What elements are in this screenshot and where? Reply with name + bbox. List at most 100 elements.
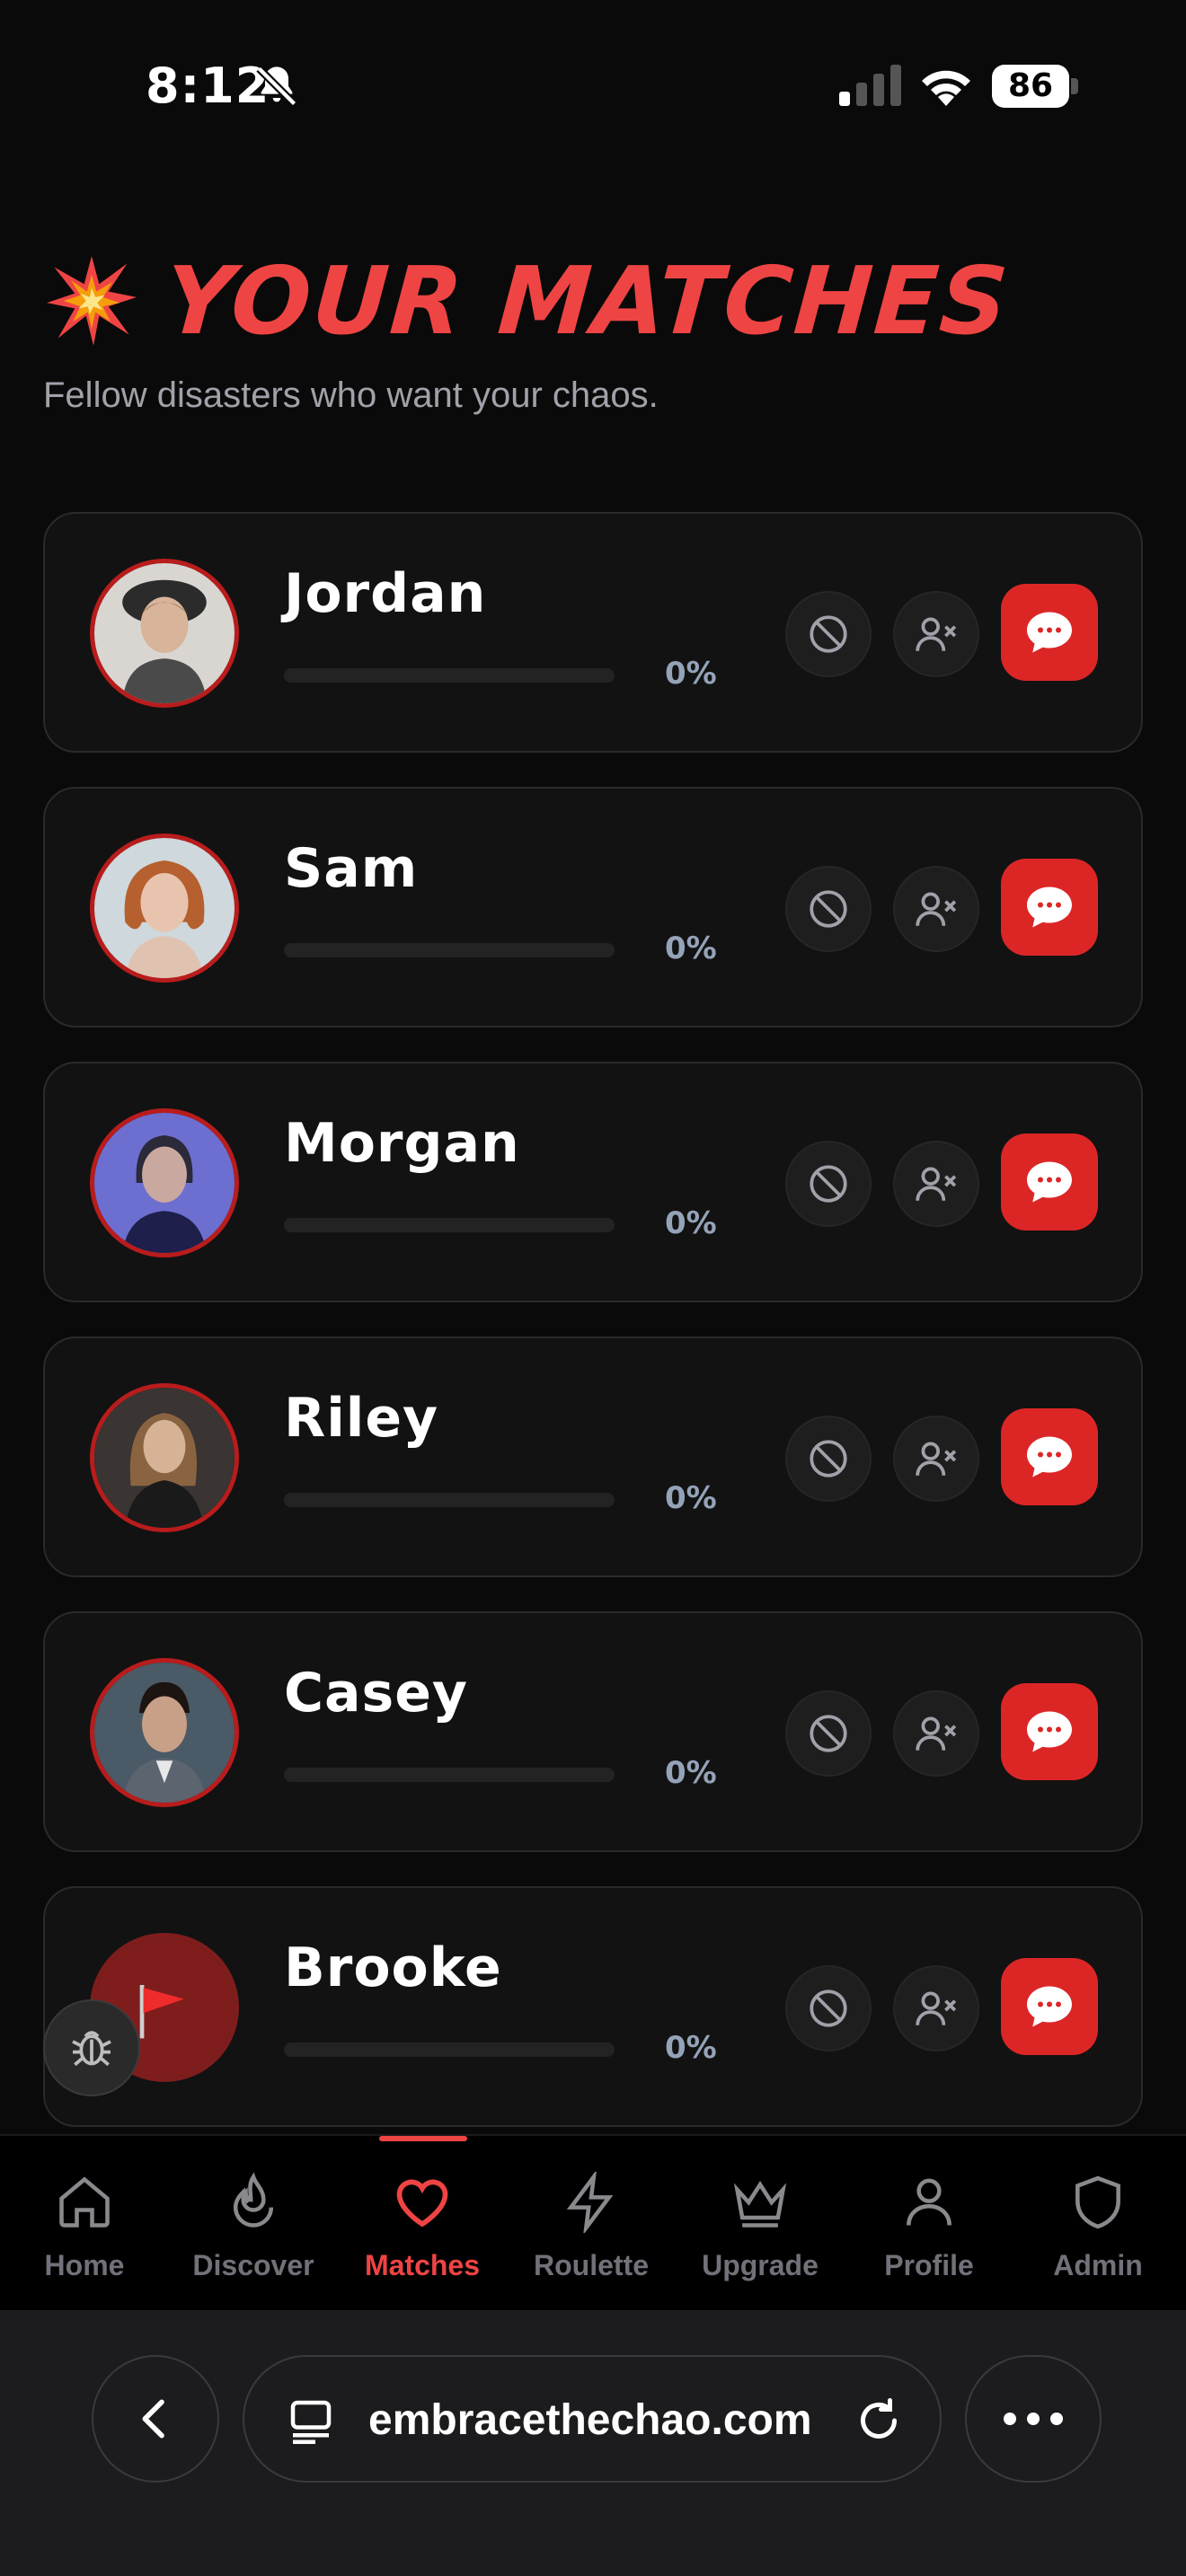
avatar[interactable] — [90, 1383, 239, 1532]
block-icon — [810, 1165, 847, 1203]
message-icon — [1027, 887, 1072, 928]
battery-level: 86 — [1007, 67, 1054, 104]
compatibility-percent: 0% — [665, 656, 717, 692]
avatar-photo — [94, 838, 235, 978]
nav-label: Roulette — [534, 2249, 649, 2281]
avatar-photo — [94, 1113, 235, 1253]
compatibility-bar — [284, 1218, 615, 1232]
bug-icon — [72, 2031, 111, 2067]
message-button[interactable] — [1001, 1683, 1098, 1780]
unmatch-button[interactable] — [893, 1965, 979, 2051]
shield-icon — [1075, 2175, 1120, 2229]
avatar[interactable] — [90, 559, 239, 708]
compatibility-bar — [284, 1768, 615, 1782]
compatibility-percent: 0% — [665, 2030, 717, 2066]
unmatch-user-icon — [916, 1716, 957, 1751]
match-name: Riley — [284, 1387, 439, 1450]
address-bar[interactable]: embracethechao.com — [243, 2355, 942, 2483]
page-header: YOUR MATCHES — [45, 246, 1013, 356]
more-options-button[interactable] — [965, 2355, 1102, 2483]
unmatch-user-icon — [916, 1991, 957, 2025]
block-button[interactable] — [785, 1141, 872, 1227]
status-bar: 8:12 86 — [0, 0, 1186, 171]
match-name: Casey — [284, 1662, 469, 1725]
block-icon — [810, 615, 847, 653]
avatar[interactable] — [90, 1658, 239, 1807]
message-button[interactable] — [1001, 584, 1098, 681]
message-icon — [1027, 1161, 1072, 1203]
page-subtitle: Fellow disasters who want your chaos. — [43, 375, 659, 415]
nav-upgrade[interactable]: Upgrade — [676, 2172, 845, 2298]
compatibility-percent: 0% — [665, 1205, 717, 1241]
flame-icon — [233, 2172, 274, 2228]
match-name: Morgan — [284, 1112, 520, 1175]
message-icon — [1027, 612, 1072, 653]
match-name: Sam — [284, 837, 419, 900]
url-text: embracethechao.com — [368, 2396, 812, 2444]
avatar-photo — [94, 1388, 235, 1528]
avatar-photo — [94, 563, 235, 703]
match-card[interactable]: Riley 0% — [43, 1337, 1143, 1577]
heart-icon — [396, 2179, 448, 2228]
block-button[interactable] — [785, 1965, 872, 2051]
block-icon — [810, 1989, 847, 2027]
nav-label: Home — [44, 2249, 125, 2281]
nav-label: Admin — [1053, 2249, 1143, 2281]
nav-label: Discover — [192, 2249, 314, 2281]
avatar[interactable] — [90, 834, 239, 983]
match-card[interactable]: Brooke 0% — [43, 1886, 1143, 2127]
unmatch-button[interactable] — [893, 866, 979, 952]
unmatch-button[interactable] — [893, 591, 979, 677]
compatibility-percent: 0% — [665, 1480, 717, 1516]
avatar-photo — [94, 1663, 235, 1803]
bug-report-button[interactable] — [43, 1999, 140, 2096]
nav-admin[interactable]: Admin — [1013, 2172, 1182, 2298]
message-button[interactable] — [1001, 1134, 1098, 1231]
cellular-signal-icon — [839, 65, 901, 106]
message-icon — [1027, 1436, 1072, 1478]
compatibility-bar — [284, 943, 615, 957]
page-title: YOUR MATCHES — [161, 246, 1013, 356]
match-name: Brooke — [284, 1936, 502, 1999]
nav-roulette[interactable]: Roulette — [507, 2172, 676, 2298]
unmatch-user-icon — [916, 1442, 957, 1476]
block-button[interactable] — [785, 591, 872, 677]
message-icon — [1027, 1711, 1072, 1752]
unmatch-button[interactable] — [893, 1141, 979, 1227]
crown-icon — [733, 2180, 787, 2228]
unmatch-button[interactable] — [893, 1416, 979, 1502]
unmatch-button[interactable] — [893, 1690, 979, 1777]
block-button[interactable] — [785, 1690, 872, 1777]
browser-toolbar: embracethechao.com — [0, 2310, 1186, 2576]
nav-discover[interactable]: Discover — [169, 2172, 338, 2298]
compatibility-percent: 0% — [665, 1755, 717, 1791]
nav-home[interactable]: Home — [0, 2172, 169, 2298]
unmatch-user-icon — [916, 1167, 957, 1201]
bottom-nav: Home Discover Matches Roulette Upgrade P… — [0, 2134, 1186, 2310]
nav-matches[interactable]: Matches — [338, 2172, 507, 2298]
match-card[interactable]: Sam 0% — [43, 787, 1143, 1028]
nav-label: Upgrade — [702, 2249, 819, 2281]
match-card[interactable]: Jordan 0% — [43, 512, 1143, 753]
browser-back-button[interactable] — [92, 2355, 219, 2483]
chevron-left-icon — [142, 2399, 164, 2439]
match-card[interactable]: Casey 0% — [43, 1611, 1143, 1852]
message-button[interactable] — [1001, 1408, 1098, 1505]
user-icon — [907, 2178, 951, 2226]
block-button[interactable] — [785, 866, 872, 952]
reload-icon[interactable] — [852, 2394, 906, 2448]
match-card[interactable]: Morgan 0% — [43, 1062, 1143, 1302]
message-icon — [1027, 1986, 1072, 2027]
block-button[interactable] — [785, 1416, 872, 1502]
nav-label: Profile — [884, 2249, 974, 2281]
nav-profile[interactable]: Profile — [845, 2172, 1013, 2298]
message-button[interactable] — [1001, 859, 1098, 956]
message-button[interactable] — [1001, 1958, 1098, 2055]
battery-icon: 86 — [992, 65, 1078, 108]
lightning-icon — [566, 2172, 614, 2233]
compatibility-bar — [284, 2042, 615, 2057]
block-icon — [810, 1715, 847, 1752]
unmatch-user-icon — [916, 892, 957, 926]
avatar[interactable] — [90, 1108, 239, 1257]
page-tools-icon[interactable] — [284, 2394, 338, 2448]
